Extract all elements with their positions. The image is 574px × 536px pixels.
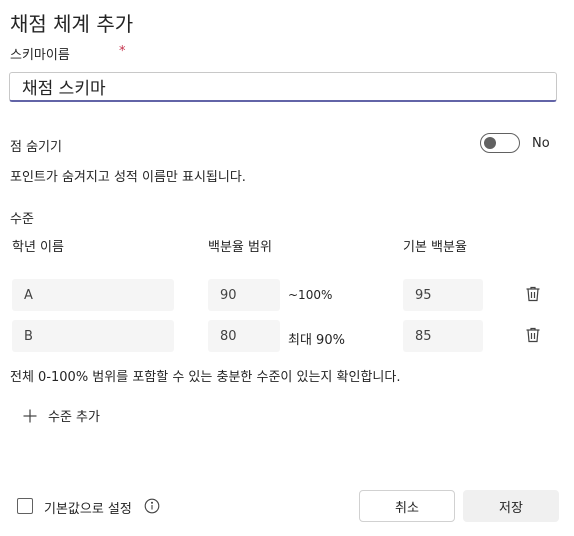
grade-name-input[interactable] [12,320,174,352]
hide-points-description: 포인트가 숨겨지고 성적 이름만 표시됩니다. [10,170,246,185]
delete-row-button[interactable] [524,326,542,348]
header-percent-range: 백분율 범위 [208,240,272,255]
coverage-note: 전체 0-100% 범위를 포함할 수 있는 충분한 수준이 있는지 확인합니다… [10,370,401,385]
range-end-text: ~100% [288,288,333,302]
hide-points-state: No [532,136,550,151]
header-default-percent: 기본 백분율 [403,240,467,255]
required-mark: * [119,44,126,59]
levels-section-label: 수준 [10,212,34,227]
scheme-name-input[interactable] [9,72,557,102]
add-level-button[interactable]: 수준 추가 [22,406,100,425]
header-grade-name: 학년 이름 [12,240,64,255]
set-default-label: 기본값으로 설정 [44,502,132,517]
dialog-title: 채점 체계 추가 [10,12,134,36]
delete-row-button[interactable] [524,285,542,307]
range-start-input[interactable] [208,279,280,311]
save-button[interactable]: 저장 [463,490,559,522]
plus-icon [23,409,37,422]
trash-icon [526,327,540,343]
default-percent-input[interactable] [403,320,483,352]
grade-name-input[interactable] [12,279,174,311]
add-level-label: 수준 추가 [48,410,100,425]
range-end-text: 최대 90% [288,333,345,348]
set-default-checkbox[interactable] [17,498,33,514]
default-percent-input[interactable] [403,279,483,311]
toggle-knob [484,137,496,149]
scheme-name-label: 스키마이름 [10,48,70,63]
trash-icon [526,286,540,302]
info-button[interactable] [144,498,160,518]
info-icon [144,498,160,514]
hide-points-toggle[interactable] [480,133,520,153]
cancel-button[interactable]: 취소 [359,490,455,522]
hide-points-label: 점 숨기기 [10,140,62,155]
range-start-input[interactable] [208,320,280,352]
